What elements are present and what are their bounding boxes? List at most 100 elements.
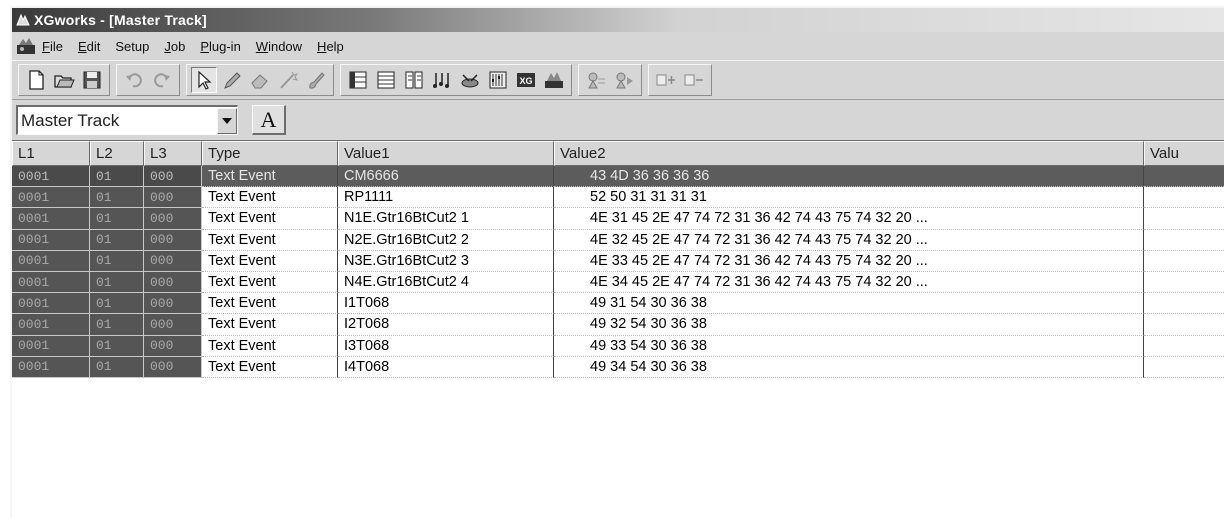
cell-l1[interactable]: 0001 <box>12 187 90 209</box>
cell-type[interactable]: Text Event <box>202 335 338 357</box>
cell-l3[interactable]: 000 <box>144 187 202 209</box>
cell-value2[interactable]: 4E 33 45 2E 47 74 72 31 36 42 74 43 75 7… <box>554 250 1144 272</box>
cell-l2[interactable]: 01 <box>90 314 144 336</box>
cell-l3[interactable]: 000 <box>144 356 202 378</box>
cell-value2[interactable]: 52 50 31 31 31 31 <box>554 187 1144 209</box>
column-header-type[interactable]: Type <box>202 141 338 166</box>
menu-item-plugin[interactable]: Plug-in <box>200 39 240 54</box>
column-header-valu[interactable]: Valu <box>1144 141 1224 166</box>
cell-l1[interactable]: 0001 <box>12 166 90 188</box>
zoom-in-button[interactable] <box>653 67 679 93</box>
redo-button[interactable] <box>149 67 175 93</box>
cell-l3[interactable]: 000 <box>144 250 202 272</box>
pencil-button[interactable] <box>219 67 245 93</box>
cell-value3[interactable] <box>1144 271 1224 294</box>
cell-value1[interactable]: CM6666 <box>338 166 554 188</box>
cell-value1[interactable]: RP1111 <box>338 187 554 209</box>
table-row[interactable]: 0001 01 000 Text Event N1E.Gtr16BtCut2 1 4E 3… <box>12 208 1224 230</box>
cell-l2[interactable]: 01 <box>90 208 144 230</box>
undo-button[interactable] <box>121 67 147 93</box>
cell-l1[interactable]: 0001 <box>12 271 90 294</box>
cell-l1[interactable]: 0001 <box>12 314 90 336</box>
brush-button[interactable] <box>303 67 329 93</box>
menu-item-edit[interactable]: Edit <box>78 39 100 54</box>
table-row[interactable]: 0001 01 000 Text Event I4T068 49 34 54 30 36 … <box>12 356 1224 378</box>
cell-l1[interactable]: 0001 <box>12 250 90 272</box>
cell-value1[interactable]: N3E.Gtr16BtCut2 3 <box>338 250 554 272</box>
cell-value3[interactable] <box>1144 250 1224 272</box>
menu-item-job[interactable]: Job <box>164 39 185 54</box>
title-bar[interactable]: XGworks - [Master Track] <box>12 8 1224 32</box>
cell-l2[interactable]: 01 <box>90 250 144 272</box>
voice-editor-button[interactable] <box>541 67 567 93</box>
event-list-button[interactable] <box>401 67 427 93</box>
cell-value2[interactable]: 4E 34 45 2E 47 74 72 31 36 42 74 43 75 7… <box>554 271 1144 294</box>
cell-value3[interactable] <box>1144 356 1224 378</box>
column-header-l2[interactable]: L2 <box>90 141 144 166</box>
font-button[interactable]: A <box>252 105 286 135</box>
cell-value3[interactable] <box>1144 293 1224 315</box>
menu-item-window[interactable]: Window <box>256 39 302 54</box>
select-arrow-button[interactable] <box>191 67 217 93</box>
menu-item-file[interactable]: File <box>42 39 63 54</box>
drum-editor-button[interactable] <box>457 67 483 93</box>
open-folder-button[interactable] <box>51 67 77 93</box>
cell-value3[interactable] <box>1144 166 1224 188</box>
cell-l1[interactable]: 0001 <box>12 356 90 378</box>
column-header-value2[interactable]: Value2 <box>554 141 1144 166</box>
table-row[interactable]: 0001 01 000 Text Event I1T068 49 31 54 30 36 … <box>12 293 1224 315</box>
cell-value3[interactable] <box>1144 314 1224 336</box>
document-window-icon[interactable] <box>16 37 36 55</box>
column-header-l1[interactable]: L1 <box>12 141 90 166</box>
cell-type[interactable]: Text Event <box>202 229 338 251</box>
menu-item-help[interactable]: Help <box>317 39 344 54</box>
cell-l2[interactable]: 01 <box>90 335 144 357</box>
cell-l1[interactable]: 0001 <box>12 229 90 251</box>
cell-value3[interactable] <box>1144 208 1224 230</box>
cell-value2[interactable]: 4E 31 45 2E 47 74 72 31 36 42 74 43 75 7… <box>554 208 1144 230</box>
cell-l3[interactable]: 000 <box>144 166 202 188</box>
cell-l2[interactable]: 01 <box>90 166 144 188</box>
cell-l3[interactable]: 000 <box>144 314 202 336</box>
cell-l3[interactable]: 000 <box>144 208 202 230</box>
cell-type[interactable]: Text Event <box>202 187 338 209</box>
play-button[interactable] <box>611 67 637 93</box>
cell-type[interactable]: Text Event <box>202 166 338 188</box>
cell-value1[interactable]: N2E.Gtr16BtCut2 2 <box>338 229 554 251</box>
cell-l2[interactable]: 01 <box>90 356 144 378</box>
table-row[interactable]: 0001 01 000 Text Event I3T068 49 33 54 30 36 … <box>12 335 1224 357</box>
magic-wand-button[interactable] <box>275 67 301 93</box>
cell-type[interactable]: Text Event <box>202 250 338 272</box>
zoom-out-button[interactable] <box>681 67 707 93</box>
score-button[interactable] <box>429 67 455 93</box>
cell-type[interactable]: Text Event <box>202 356 338 378</box>
cell-value3[interactable] <box>1144 187 1224 209</box>
chevron-down-icon[interactable] <box>217 107 237 134</box>
cell-type[interactable]: Text Event <box>202 293 338 315</box>
cell-value1[interactable]: I1T068 <box>338 293 554 315</box>
cell-l1[interactable]: 0001 <box>12 335 90 357</box>
piano-roll-button[interactable] <box>373 67 399 93</box>
new-file-button[interactable] <box>23 67 49 93</box>
cell-value2[interactable]: 49 34 54 30 36 38 <box>554 356 1144 378</box>
cell-l1[interactable]: 0001 <box>12 293 90 315</box>
cell-l1[interactable]: 0001 <box>12 208 90 230</box>
cell-l3[interactable]: 000 <box>144 271 202 294</box>
record-button[interactable] <box>583 67 609 93</box>
cell-value2[interactable]: 49 32 54 30 36 38 <box>554 314 1144 336</box>
cell-value2[interactable]: 4E 32 45 2E 47 74 72 31 36 42 74 43 75 7… <box>554 229 1144 251</box>
mixer-button[interactable] <box>485 67 511 93</box>
cell-value1[interactable]: N4E.Gtr16BtCut2 4 <box>338 271 554 294</box>
table-row[interactable]: 0001 01 000 Text Event N2E.Gtr16BtCut2 2 4E 3… <box>12 229 1224 251</box>
cell-l2[interactable]: 01 <box>90 271 144 294</box>
table-row[interactable]: 0001 01 000 Text Event RP1111 52 50 31 31 31 … <box>12 187 1224 209</box>
cell-value2[interactable]: 43 4D 36 36 36 36 <box>554 166 1144 188</box>
cell-value1[interactable]: N1E.Gtr16BtCut2 1 <box>338 208 554 230</box>
cell-value2[interactable]: 49 33 54 30 36 38 <box>554 335 1144 357</box>
table-row[interactable]: 0001 01 000 Text Event I2T068 49 32 54 30 36 … <box>12 314 1224 336</box>
cell-type[interactable]: Text Event <box>202 271 338 294</box>
column-header-value1[interactable]: Value1 <box>338 141 554 166</box>
cell-l2[interactable]: 01 <box>90 229 144 251</box>
cell-l2[interactable]: 01 <box>90 293 144 315</box>
track-select[interactable]: Master Track <box>16 105 238 135</box>
